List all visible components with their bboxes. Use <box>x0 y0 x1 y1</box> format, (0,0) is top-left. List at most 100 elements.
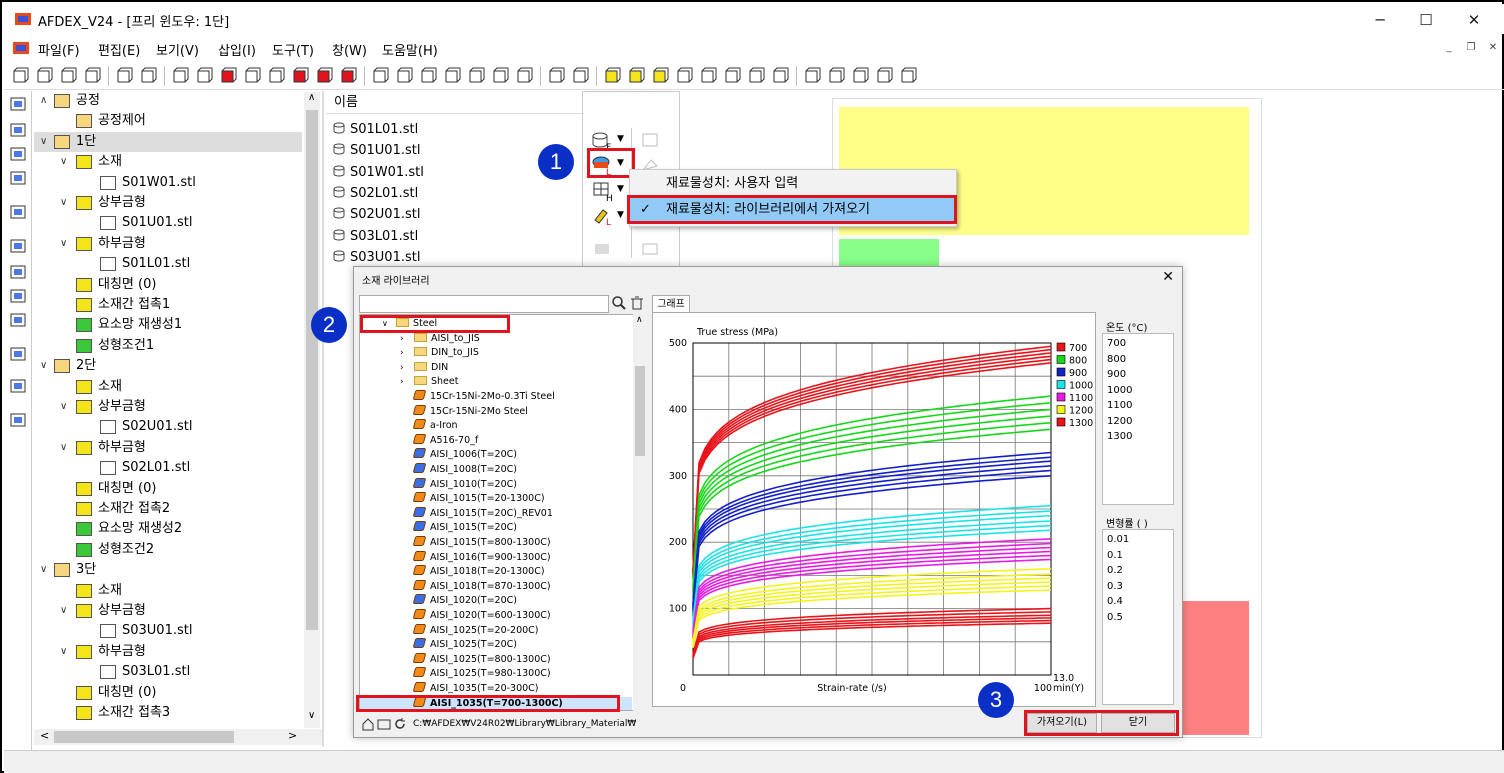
library-material-item[interactable]: 15Cr-15Ni-2Mo-0.3Ti Steel <box>360 390 632 405</box>
dialog-close-icon[interactable]: ✕ <box>1162 269 1174 285</box>
tree-item[interactable]: ∨ 상부금형 <box>34 193 302 213</box>
strain-item[interactable]: 0.2 <box>1107 563 1123 579</box>
library-material-item[interactable]: AISI_1018(T=20-1300C) <box>360 565 632 580</box>
screen-icon[interactable] <box>9 203 27 221</box>
menu-edit[interactable]: 편집(E) <box>98 40 140 59</box>
chevron-icon[interactable]: ∨ <box>60 438 74 458</box>
temperature-item[interactable]: 800 <box>1107 352 1126 368</box>
tree-item[interactable]: 대칭면 (0) <box>34 275 302 295</box>
cube-view-icon[interactable] <box>722 66 742 86</box>
tree-item[interactable]: S03L01.stl <box>34 662 302 682</box>
library-material-item[interactable]: 15Cr-15Ni-2Mo Steel <box>360 404 632 420</box>
yellow-cube-icon[interactable] <box>626 66 646 86</box>
tree-item[interactable]: 요소망 재생성1 <box>34 315 302 335</box>
library-material-item[interactable]: A516-70_f <box>360 433 632 449</box>
scroll-down-icon[interactable]: ∨ <box>308 710 315 721</box>
tree-item[interactable]: S01L01.stl <box>34 254 302 274</box>
condition-l-icon[interactable]: L <box>591 204 615 226</box>
cube-view-icon[interactable] <box>266 66 286 86</box>
tree-item[interactable]: S01U01.stl <box>34 213 302 233</box>
library-vscroll[interactable]: ∧ <box>633 314 647 711</box>
checklist-icon[interactable] <box>9 411 27 429</box>
zoom-out-icon[interactable] <box>802 66 822 86</box>
tree-hscroll-thumb[interactable] <box>54 731 234 743</box>
folder-icon[interactable] <box>377 717 391 731</box>
file-list-item[interactable]: S02U01.stl <box>332 204 420 225</box>
library-search-input[interactable] <box>359 295 609 313</box>
chevron-icon[interactable]: ∧ <box>40 91 54 111</box>
temperature-item[interactable]: 900 <box>1107 367 1126 383</box>
minimize-button[interactable]: ─ <box>1360 8 1400 32</box>
dropdown-arrow-icon[interactable]: ▼ <box>617 210 624 220</box>
mdi-minimize-button[interactable]: _ <box>1440 42 1458 58</box>
new-file-icon[interactable] <box>10 66 30 86</box>
library-material-item[interactable]: AISI_1020(T=20C) <box>360 594 632 609</box>
tree-vscroll[interactable]: ∧ ∨ <box>304 92 320 728</box>
library-material-item[interactable]: AISI_1025(T=20-200C) <box>360 623 632 639</box>
file-list-item[interactable]: S03U01.stl <box>332 247 420 268</box>
tree-item[interactable]: S03U01.stl <box>34 621 302 641</box>
library-material-item[interactable]: AISI_1010(T=20C) <box>360 477 632 493</box>
tree-item[interactable]: ∨ 1단 <box>34 131 302 152</box>
tree-vscroll-thumb[interactable] <box>306 110 318 630</box>
rotate-icon[interactable] <box>490 66 510 86</box>
mesh-h-icon[interactable]: H <box>591 180 615 202</box>
measure-icon[interactable] <box>9 311 27 329</box>
import-icon[interactable] <box>114 66 134 86</box>
wrench-icon[interactable] <box>514 66 534 86</box>
library-material-item[interactable]: AISI_1015(T=20C)_REV01 <box>360 506 632 522</box>
person-icon[interactable] <box>9 377 27 395</box>
tree-item[interactable]: 대칭면 (0) <box>34 479 302 499</box>
menu-tools[interactable]: 도구(T) <box>272 40 314 59</box>
tree-item[interactable]: ∧ 공정 <box>34 91 302 111</box>
search-icon[interactable] <box>611 295 627 311</box>
red-cube-icon[interactable] <box>290 66 310 86</box>
library-material-item[interactable]: AISI_1025(T=800-1300C) <box>360 652 632 668</box>
scroll-up-icon[interactable]: ∧ <box>308 92 315 103</box>
hand-icon[interactable] <box>9 121 27 139</box>
chevron-right-icon[interactable]: › <box>400 375 414 390</box>
save-icon[interactable] <box>82 66 102 86</box>
temperature-item[interactable]: 1100 <box>1107 398 1132 414</box>
temperature-item[interactable]: 1300 <box>1107 429 1132 445</box>
hierarchy-icon[interactable] <box>9 263 27 281</box>
chevron-icon[interactable]: ∨ <box>60 601 74 621</box>
tree-item[interactable]: 소재 <box>34 581 302 601</box>
tree-item[interactable]: ∨ 상부금형 <box>34 397 302 417</box>
chart-icon[interactable] <box>9 345 27 363</box>
monitor-icon[interactable] <box>9 145 27 163</box>
cube-view-icon[interactable] <box>242 66 262 86</box>
chevron-right-icon[interactable]: › <box>400 332 414 347</box>
mdi-close-button[interactable]: ✕ <box>1484 42 1502 58</box>
chevron-right-icon[interactable]: › <box>400 361 414 376</box>
scroll-right-icon[interactable]: > <box>288 729 297 742</box>
chevron-icon[interactable]: ∨ <box>60 397 74 417</box>
library-folder[interactable]: › DIN_to_JIS <box>360 346 632 361</box>
menu-file[interactable]: 파일(F) <box>38 40 80 59</box>
target-icon[interactable] <box>898 66 918 86</box>
file-list-item[interactable]: S01W01.stl <box>332 162 424 183</box>
close-button[interactable]: ✕ <box>1454 8 1494 32</box>
file-list-item[interactable]: S01U01.stl <box>332 140 420 161</box>
tree-item[interactable]: 요소망 재생성2 <box>34 519 302 539</box>
cube-view-icon[interactable] <box>674 66 694 86</box>
tree-view-icon[interactable] <box>9 95 27 113</box>
tree-item[interactable]: S02U01.stl <box>34 417 302 437</box>
tree-item[interactable]: ∨ 3단 <box>34 560 302 580</box>
tree-item[interactable]: 소재 <box>34 377 302 397</box>
refresh-icon[interactable] <box>393 717 407 731</box>
cube-view-icon[interactable] <box>394 66 414 86</box>
pan-hand-icon[interactable] <box>874 66 894 86</box>
zoom-fit-icon[interactable] <box>850 66 870 86</box>
library-material-item[interactable]: AISI_1018(T=870-1300C) <box>360 579 632 595</box>
library-material-item[interactable]: AISI_1020(T=600-1300C) <box>360 609 632 624</box>
palette-icon[interactable] <box>570 66 590 86</box>
chevron-icon[interactable]: ∨ <box>40 132 54 152</box>
cube-view-icon[interactable] <box>194 66 214 86</box>
tab-graph[interactable]: 그래프 <box>652 295 690 313</box>
red-cube-icon[interactable] <box>314 66 334 86</box>
library-material-item[interactable]: AISI_1006(T=20C) <box>360 448 632 463</box>
strain-item[interactable]: 0.3 <box>1107 579 1123 595</box>
menu-item-user-input[interactable]: 재료물성치: 사용자 입력 <box>630 172 956 196</box>
temperature-item[interactable]: 1000 <box>1107 383 1132 399</box>
